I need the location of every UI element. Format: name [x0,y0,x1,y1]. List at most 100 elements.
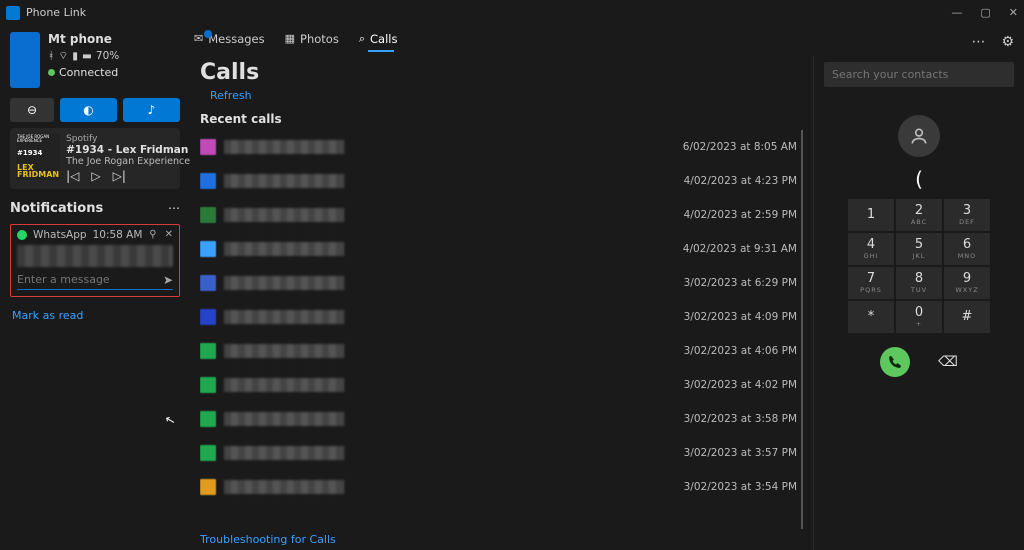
call-row[interactable]: 4/02/2023 at 2:59 PM [200,198,797,232]
call-row[interactable]: 4/02/2023 at 4:23 PM [200,164,797,198]
contact-avatar-placeholder [898,115,940,157]
recent-calls-heading: Recent calls [200,112,803,126]
call-row[interactable]: 4/02/2023 at 9:31 AM [200,232,797,266]
search-contacts-input[interactable] [824,62,1014,87]
bluetooth-icon: ᚼ [48,50,54,62]
connection-status: Connected [59,66,118,79]
call-row[interactable]: 3/02/2023 at 3:58 PM [200,402,797,436]
call-name-redacted [224,344,344,358]
cursor-icon: ↖ [163,412,176,428]
call-time: 3/02/2023 at 3:54 PM [684,481,797,493]
page-title: Calls [200,60,803,85]
refresh-link[interactable]: Refresh [210,89,803,102]
media-next-button[interactable]: ▷| [113,169,126,183]
close-button[interactable]: ✕ [1009,6,1018,19]
call-row[interactable]: 3/02/2023 at 3:54 PM [200,470,797,504]
notification-card[interactable]: WhatsApp 10:58 AM ⚲ ✕ ➤ [10,224,180,297]
phone-image[interactable] [10,32,40,88]
dialer-key-8[interactable]: 8TUV [896,267,942,299]
call-avatar [200,309,216,325]
minimize-button[interactable]: — [951,6,962,19]
notification-body-redacted [17,245,173,267]
photos-icon: ▦ [285,32,295,45]
call-time: 4/02/2023 at 2:59 PM [684,209,797,221]
maximize-button[interactable]: ▢ [980,6,990,19]
call-avatar [200,445,216,461]
call-row[interactable]: 6/02/2023 at 8:05 AM [200,130,797,164]
troubleshooting-link[interactable]: Troubleshooting for Calls [200,529,803,546]
call-button[interactable] [880,347,910,377]
recent-calls-list[interactable]: 6/02/2023 at 8:05 AM 4/02/2023 at 4:23 PM… [200,130,803,529]
call-avatar [200,173,216,189]
dialer-key-9[interactable]: 9WXYZ [944,267,990,299]
send-icon[interactable]: ➤ [163,273,173,287]
phone-name: Mt phone [48,32,119,46]
dialer-key-7[interactable]: 7PQRS [848,267,894,299]
media-prev-button[interactable]: |◁ [66,169,79,183]
calls-icon: ⌕ [359,32,365,46]
call-avatar [200,139,216,155]
backspace-button[interactable]: ⌫ [938,354,958,370]
tab-messages[interactable]: ✉ Messages [194,32,265,50]
notification-app: WhatsApp [33,229,87,241]
whatsapp-icon [17,230,27,240]
call-name-redacted [224,242,344,256]
media-provider: Spotify [66,134,190,144]
call-name-redacted [224,378,344,392]
call-avatar [200,241,216,257]
notifications-more-button[interactable]: ⋯ [168,201,180,215]
app-name: Phone Link [26,6,86,19]
call-row[interactable]: 3/02/2023 at 4:02 PM [200,368,797,402]
dialer-key-#[interactable]: # [944,301,990,333]
tabs-bar: ✉ Messages ▦ Photos ⌕ Calls ⋯ ⚙ [190,26,1024,56]
dialer-key-5[interactable]: 5JKL [896,233,942,265]
call-avatar [200,207,216,223]
dismiss-icon[interactable]: ✕ [165,229,173,240]
call-time: 6/02/2023 at 8:05 AM [683,141,797,153]
call-avatar [200,479,216,495]
status-dot [48,69,55,76]
dialer-key-2[interactable]: 2ABC [896,199,942,231]
call-row[interactable]: 3/02/2023 at 6:29 PM [200,266,797,300]
call-avatar [200,275,216,291]
call-row[interactable]: 3/02/2023 at 3:57 PM [200,436,797,470]
call-time: 3/02/2023 at 3:58 PM [684,413,797,425]
tab-calls[interactable]: ⌕ Calls [359,32,403,50]
call-name-redacted [224,276,344,290]
mark-as-read-link[interactable]: Mark as read [12,309,178,322]
reply-input[interactable] [17,273,163,286]
media-play-button[interactable]: ▷ [91,169,100,183]
call-name-redacted [224,174,344,188]
call-name-redacted [224,412,344,426]
call-time: 3/02/2023 at 4:06 PM [684,345,797,357]
call-time: 3/02/2023 at 4:09 PM [684,311,797,323]
battery-icon: ▬ [82,50,92,62]
wifi-icon: ⌔ [58,49,68,63]
notifications-heading: Notifications [10,201,103,216]
dialer-key-3[interactable]: 3DEF [944,199,990,231]
dialer-key-*[interactable]: * [848,301,894,333]
dialer-key-0[interactable]: 0+ [896,301,942,333]
settings-button[interactable]: ⚙ [1001,34,1014,50]
titlebar: Phone Link — ▢ ✕ [0,0,1024,26]
dialer-key-1[interactable]: 1 [848,199,894,231]
music-button[interactable]: ♪ [123,98,180,122]
app-icon [6,6,20,20]
overflow-button[interactable]: ⋯ [971,34,985,50]
call-name-redacted [224,140,344,154]
battery-percent: 70% [96,50,119,62]
media-card[interactable]: THE JOE ROGAN EXPERIENCE #1934 LEX FRIDM… [10,128,180,189]
call-row[interactable]: 3/02/2023 at 4:09 PM [200,300,797,334]
messages-icon: ✉ [194,32,203,45]
dnd-button[interactable]: ⊖ [10,98,54,122]
call-time: 3/02/2023 at 6:29 PM [684,277,797,289]
sidebar: Mt phone ᚼ ⌔ ▮ ▬ 70% Connected ⊖ ◐ ♪ THE… [0,26,190,550]
dialer-key-6[interactable]: 6MNO [944,233,990,265]
dnd-icon: ⊖ [27,103,37,117]
sound-button[interactable]: ◐ [60,98,117,122]
dialer-key-4[interactable]: 4GHI [848,233,894,265]
media-title: #1934 - Lex Fridman [66,144,190,156]
pin-icon[interactable]: ⚲ [149,229,156,240]
tab-photos[interactable]: ▦ Photos [285,32,339,50]
call-row[interactable]: 3/02/2023 at 4:06 PM [200,334,797,368]
